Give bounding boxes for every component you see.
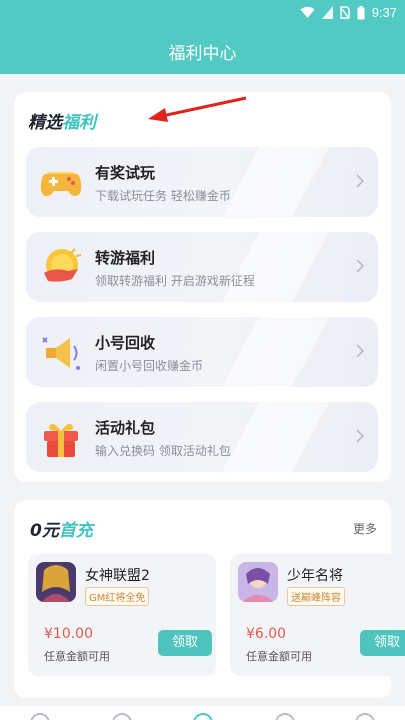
status-time: 9:37 [371,5,397,20]
status-icons: 9:37 [300,5,397,20]
welfare-item-title: 活动礼包 [95,419,156,437]
welfare-item-transfer-welfare[interactable]: 转游福利 领取转游福利 开启游戏新征程 [26,232,378,302]
section-title-part2: 首充 [58,521,93,541]
game-offer-card[interactable]: 少年名将 送巅峰阵容 ¥6.00 任意金额可用 领取 [230,554,405,676]
claim-button[interactable]: 领取 [360,630,405,656]
nav-tab-icon[interactable] [355,713,375,720]
game-name: 女神联盟2 [85,568,150,584]
signal-icon [321,6,333,19]
bottom-nav [0,706,405,720]
game-name: 少年名将 [287,568,343,584]
welfare-item-title: 小号回收 [95,334,156,352]
welfare-item-subtitle: 下载试玩任务 轻松赚金币 [95,189,231,203]
game-offer-card[interactable]: 女神联盟2 GM红将全免 ¥10.00 任意金额可用 领取 [28,554,216,676]
chevron-right-icon [356,429,364,443]
welfare-item-title: 转游福利 [95,249,156,267]
game-tag: GM红将全免 [85,587,150,606]
status-bar: 9:37 [0,0,405,26]
item-shine [211,232,335,302]
coupon-condition: 任意金额可用 [44,650,110,663]
zero-first-charge-card: 0元首充 更多 女神联盟2 GM红将全免 ¥10.00 任意金额可用 领取 少年… [14,500,405,698]
game-icon [36,562,76,602]
nav-tab-icon[interactable] [275,713,295,720]
section-title-featured: 精选福利 [28,108,96,133]
gamepad-icon [40,172,82,196]
battery-icon [357,5,365,19]
megaphone-icon [42,337,80,370]
section-title-part1: 精选 [28,113,62,133]
chevron-right-icon [356,259,364,273]
chevron-right-icon [356,344,364,358]
game-icon [238,562,278,602]
coupon-amount: ¥6.00 [246,626,287,642]
chevron-right-icon [356,174,364,188]
section-title-part2: 福利 [62,113,96,133]
gift-box-icon [44,423,78,457]
item-shine [211,147,335,217]
welfare-item-subtitle: 输入兑换码 领取活动礼包 [95,444,231,458]
welfare-item-subtitle: 领取转游福利 开启游戏新征程 [95,274,255,288]
annotation-arrow [148,96,247,122]
item-shine [211,402,335,472]
welfare-item-event-gift[interactable]: 活动礼包 输入兑换码 领取活动礼包 [26,402,378,472]
welfare-item-trial-play[interactable]: 有奖试玩 下载试玩任务 轻松赚金币 [26,147,378,217]
section-title-part1: 0元 [30,521,59,541]
claim-button[interactable]: 领取 [158,630,212,656]
more-link[interactable]: 更多 [353,520,377,537]
coupon-condition: 任意金额可用 [246,650,312,663]
welfare-item-title: 有奖试玩 [95,164,156,182]
coin-transfer-icon [44,248,82,282]
welfare-item-subtitle: 闲置小号回收赚金币 [95,359,204,373]
wifi-icon [300,6,315,18]
section-title-zero-charge: 0元首充 [30,516,93,541]
nav-tab-icon[interactable] [30,713,50,720]
nav-tab-icon-active[interactable] [193,713,213,720]
game-tag: 送巅峰阵容 [287,587,345,606]
page-title: 福利中心 [168,44,237,64]
nav-tab-icon[interactable] [112,713,132,720]
header: 福利中心 [0,26,405,74]
welfare-item-account-recycle[interactable]: 小号回收 闲置小号回收赚金币 [26,317,378,387]
featured-welfare-card: 精选福利 有奖试玩 下载试玩任务 轻松赚金币 转游福利 领取转游福利 开启游戏新… [14,92,391,482]
item-shine [211,317,335,387]
no-sim-icon [339,6,350,19]
coupon-amount: ¥10.00 [44,626,93,642]
